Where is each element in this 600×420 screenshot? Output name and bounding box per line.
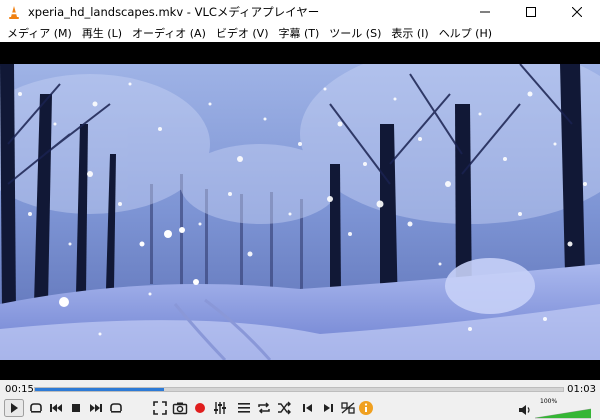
previous-button[interactable] (48, 400, 64, 416)
volume-wedge (534, 408, 592, 419)
control-bar (0, 398, 600, 420)
volume-slider[interactable] (534, 403, 592, 419)
info-button[interactable] (358, 400, 374, 416)
extended-settings-button[interactable] (212, 400, 228, 416)
menu-help[interactable]: ヘルプ (H) (434, 25, 497, 41)
elapsed-time: 00:15 (5, 384, 34, 395)
pause-stop-button[interactable] (28, 400, 44, 416)
frame-back-icon (303, 404, 312, 412)
snapshot-icon (172, 402, 188, 415)
ab-loop-icon (341, 402, 355, 414)
loop-icon (258, 402, 270, 414)
seek-slider[interactable] (34, 387, 564, 392)
total-time[interactable]: 01:03 (567, 384, 596, 395)
shuffle-icon (278, 401, 291, 415)
seek-bar: 00:15 01:03 (0, 380, 600, 398)
pause-stop-icon (30, 403, 42, 413)
info-icon (359, 401, 373, 415)
frame-step-button[interactable] (108, 400, 124, 416)
menu-audio[interactable]: オーディオ (A) (127, 25, 211, 41)
stop-icon (72, 404, 80, 412)
maximize-icon (526, 7, 536, 17)
close-button[interactable] (554, 0, 600, 24)
next-button[interactable] (88, 400, 104, 416)
title-bar: xperia_hd_landscapes.mkv - VLCメディアプレイヤー (0, 0, 600, 24)
minimize-button[interactable] (462, 0, 508, 24)
playlist-button[interactable] (236, 400, 252, 416)
frame-back-button[interactable] (300, 400, 316, 416)
menu-subtitle[interactable]: 字幕 (T) (273, 25, 324, 41)
ab-loop-button[interactable] (340, 400, 356, 416)
menu-view[interactable]: 表示 (I) (386, 25, 433, 41)
frame-step-icon (110, 403, 122, 413)
menu-media[interactable]: メディア (M) (2, 25, 77, 41)
menu-playback[interactable]: 再生 (L) (77, 25, 127, 41)
extended-settings-icon (214, 402, 226, 414)
frame-forward-icon (324, 404, 333, 412)
menu-bar: メディア (M) 再生 (L) オーディオ (A) ビデオ (V) 字幕 (T)… (0, 24, 600, 42)
frame-forward-button[interactable] (320, 400, 336, 416)
menu-tools[interactable]: ツール (S) (324, 25, 386, 41)
mute-button[interactable] (518, 403, 532, 417)
vlc-cone-icon (6, 4, 22, 20)
menu-video[interactable]: ビデオ (V) (211, 25, 274, 41)
fullscreen-button[interactable] (152, 400, 168, 416)
record-button[interactable] (192, 400, 208, 416)
playlist-icon (238, 403, 250, 413)
video-area[interactable] (0, 42, 600, 380)
play-button[interactable] (4, 399, 24, 417)
next-icon (90, 404, 102, 412)
record-icon (195, 403, 205, 413)
loop-button[interactable] (256, 400, 272, 416)
previous-icon (50, 404, 62, 412)
fullscreen-icon (153, 401, 167, 415)
play-icon (4, 399, 24, 417)
window-title: xperia_hd_landscapes.mkv - VLCメディアプレイヤー (28, 5, 320, 19)
shuffle-button[interactable] (276, 400, 292, 416)
seek-progress (35, 388, 165, 391)
minimize-icon (480, 11, 490, 13)
stop-button[interactable] (68, 400, 84, 416)
maximize-button[interactable] (508, 0, 554, 24)
close-icon (572, 7, 582, 17)
video-frame (0, 64, 600, 360)
snapshot-button[interactable] (172, 400, 188, 416)
speaker-icon (519, 405, 530, 415)
